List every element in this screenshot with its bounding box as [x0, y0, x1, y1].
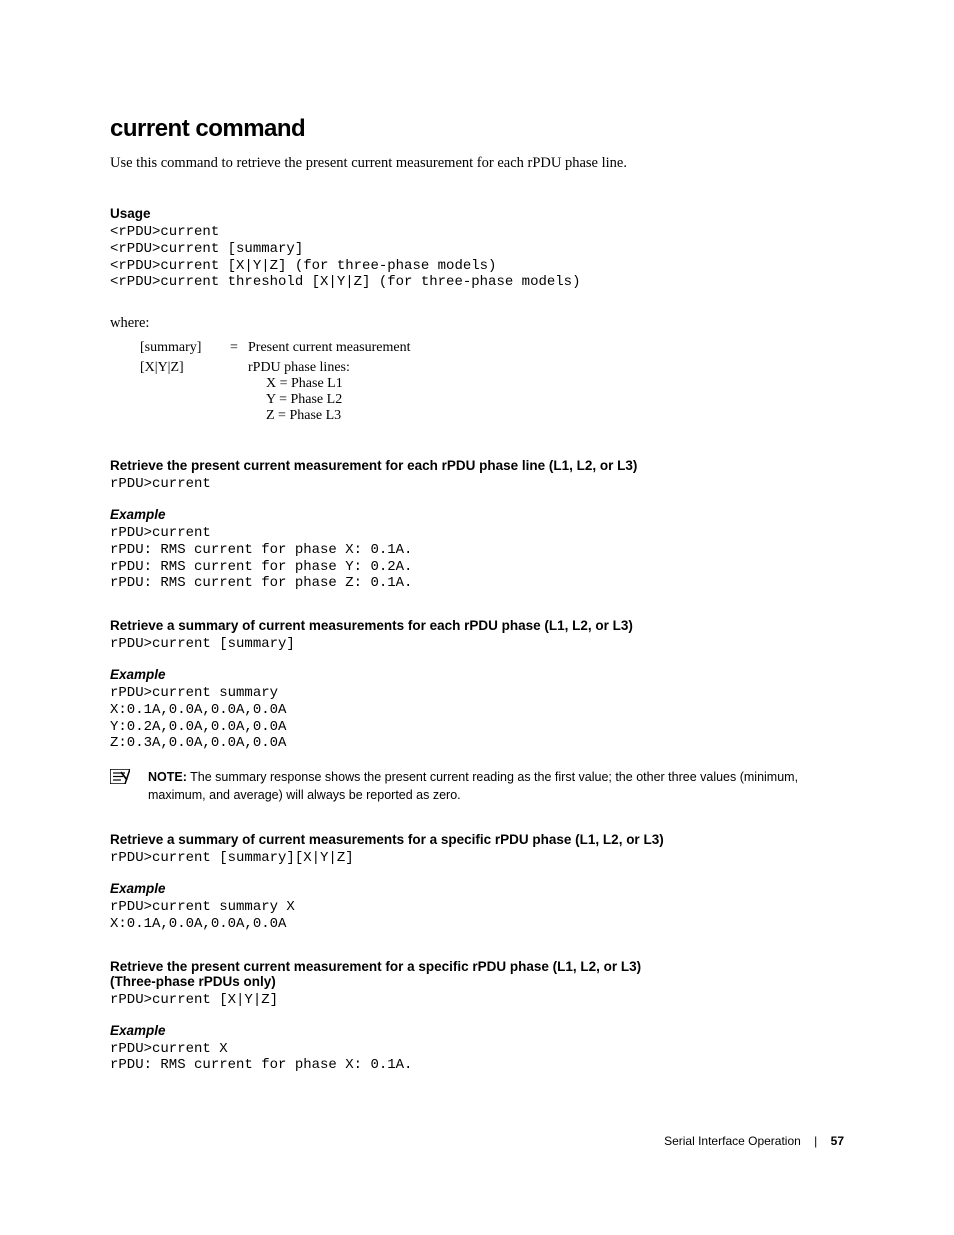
sec3-example-heading: Example [110, 881, 844, 896]
def-xyz-desc: rPDU phase lines: [248, 360, 411, 376]
sec4-heading: Retrieve the present current measurement… [110, 959, 670, 989]
page-content: current command Use this command to retr… [0, 0, 954, 1208]
where-label: where: [110, 315, 844, 332]
sec2-example-heading: Example [110, 667, 844, 682]
sec2-cmd: rPDU>current [summary] [110, 636, 844, 653]
intro-paragraph: Use this command to retrieve the present… [110, 155, 844, 172]
sec4-example: rPDU>current X rPDU: RMS current for pha… [110, 1041, 844, 1075]
page-title: current command [110, 115, 844, 143]
def-blank [230, 360, 248, 424]
note-box: NOTE: The summary response shows the pre… [110, 768, 844, 804]
usage-code: <rPDU>current <rPDU>current [summary] <r… [110, 224, 844, 291]
def-equals: = [230, 340, 248, 356]
def-xyz-key: [X|Y|Z] [140, 360, 230, 424]
section-retrieve-specific-summary: Retrieve a summary of current measuremen… [110, 832, 844, 932]
def-summary-desc: Present current measurement [248, 340, 411, 356]
page-footer: Serial Interface Operation | 57 [110, 1134, 844, 1148]
sec3-example: rPDU>current summary X X:0.1A,0.0A,0.0A,… [110, 899, 844, 933]
def-summary-key: [summary] [140, 340, 230, 356]
note-label: NOTE: [148, 770, 187, 784]
sec3-heading: Retrieve a summary of current measuremen… [110, 832, 844, 847]
sec1-cmd: rPDU>current [110, 476, 844, 493]
phase-z: Z = Phase L3 [266, 408, 411, 424]
section-retrieve-summary: Retrieve a summary of current measuremen… [110, 618, 844, 752]
sec2-heading: Retrieve a summary of current measuremen… [110, 618, 844, 633]
sec1-example-heading: Example [110, 507, 844, 522]
usage-block: Usage <rPDU>current <rPDU>current [summa… [110, 206, 844, 291]
usage-heading: Usage [110, 206, 844, 221]
note-icon [110, 769, 130, 784]
note-text: NOTE: The summary response shows the pre… [148, 768, 844, 804]
footer-page-number: 57 [831, 1134, 844, 1148]
where-definitions: [summary] = Present current measurement … [140, 340, 844, 428]
note-body: The summary response shows the present c… [148, 770, 798, 802]
sec4-cmd: rPDU>current [X|Y|Z] [110, 992, 844, 1009]
phase-x: X = Phase L1 [266, 376, 411, 392]
sec1-heading: Retrieve the present current measurement… [110, 458, 844, 473]
footer-section: Serial Interface Operation [664, 1134, 801, 1148]
section-retrieve-specific-phase: Retrieve the present current measurement… [110, 959, 844, 1074]
sec4-example-heading: Example [110, 1023, 844, 1038]
phase-y: Y = Phase L2 [266, 392, 411, 408]
sec2-example: rPDU>current summary X:0.1A,0.0A,0.0A,0.… [110, 685, 844, 752]
sec1-example: rPDU>current rPDU: RMS current for phase… [110, 525, 844, 592]
footer-divider: | [814, 1134, 817, 1148]
sec3-cmd: rPDU>current [summary][X|Y|Z] [110, 850, 844, 867]
section-retrieve-each-phase: Retrieve the present current measurement… [110, 458, 844, 592]
